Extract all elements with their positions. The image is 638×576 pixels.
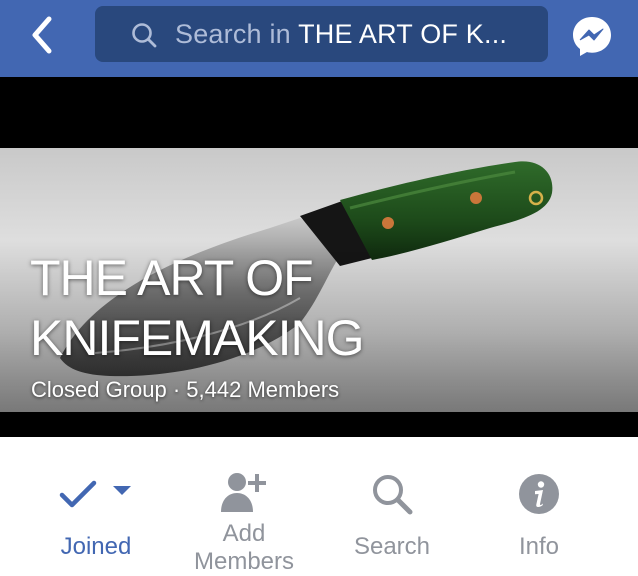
magnifier-icon: [373, 475, 413, 515]
back-button[interactable]: [18, 12, 66, 58]
search-group-button[interactable]: Search: [340, 437, 444, 576]
add-members-icon-wrap: [219, 467, 269, 516]
add-person-icon: [221, 472, 266, 512]
caret-down-icon: [113, 486, 131, 495]
search-group-name: THE ART OF K...: [298, 18, 508, 49]
info-icon-wrap: [518, 465, 560, 523]
search-icon: [132, 23, 157, 48]
messenger-button[interactable]: [568, 12, 616, 60]
group-search-bar[interactable]: Search in THE ART OF K...: [95, 6, 548, 62]
search-prefix: Search in: [175, 18, 299, 49]
joined-button[interactable]: Joined: [40, 437, 152, 576]
checkmark-icon: [59, 480, 97, 508]
group-action-bar: Joined Add Members Search Info: [0, 437, 638, 576]
add-members-button[interactable]: Add Members: [184, 437, 304, 576]
info-label: Info: [518, 533, 560, 560]
info-icon: [519, 474, 559, 514]
group-title: THE ART OF KNIFEMAKING: [30, 250, 364, 366]
search-placeholder: Search in THE ART OF K...: [175, 19, 507, 50]
add-members-label: Add Members: [193, 520, 295, 575]
messenger-icon: [573, 17, 611, 56]
chevron-left-icon: [32, 16, 52, 54]
search-label: Search: [353, 533, 431, 560]
info-button[interactable]: Info: [486, 437, 592, 576]
group-privacy-members[interactable]: Closed Group · 5,442 Members: [31, 377, 339, 403]
search-icon-wrap: [370, 465, 414, 523]
joined-icon-wrap: [58, 465, 134, 523]
top-navbar: Search in THE ART OF K...: [0, 0, 638, 77]
cover-photo[interactable]: THE ART OF KNIFEMAKING Closed Group · 5,…: [0, 148, 638, 412]
joined-label: Joined: [60, 533, 132, 560]
